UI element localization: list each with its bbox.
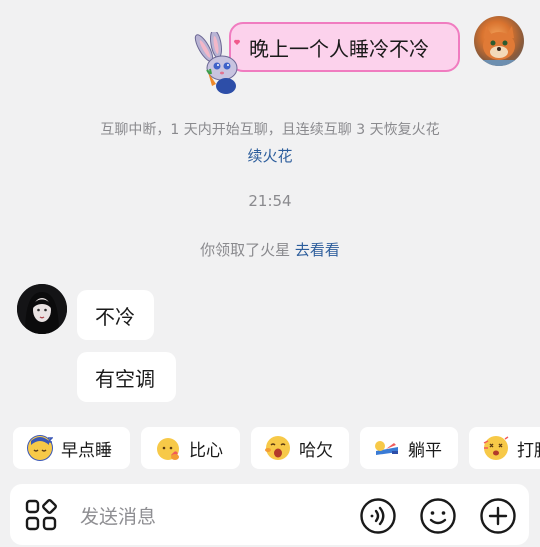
- quick-reaction-label: 躺平: [408, 440, 442, 461]
- quick-reaction-label: 早点睡: [61, 440, 112, 461]
- spark-interrupted-notice: 互聊中断，1 天内开始互聊，且连续互聊 3 天恢复火花: [0, 119, 540, 139]
- sent-message-text: 晚上一个人睡冷不冷: [249, 36, 429, 61]
- received-message-text: 不冷: [95, 304, 135, 329]
- quick-reaction-chip[interactable]: 哈欠: [251, 427, 349, 469]
- plus-more-icon[interactable]: [479, 497, 517, 535]
- emoji-face-icon[interactable]: [419, 497, 457, 535]
- continue-spark-link[interactable]: 续火花: [247, 147, 292, 165]
- lie-flat-emoji-icon: [374, 435, 400, 461]
- quick-reaction-chip[interactable]: 打脸: [469, 427, 540, 469]
- quick-reaction-chip[interactable]: 躺平: [360, 427, 458, 469]
- heart-hand-emoji-icon: [155, 435, 181, 461]
- sleep-moon-emoji-icon: [27, 435, 53, 461]
- yawn-emoji-icon: [265, 435, 291, 461]
- quick-reaction-label: 打脸: [517, 440, 540, 461]
- quick-reaction-label: 比心: [189, 440, 223, 461]
- spark-claimed-text: 你领取了火星: [200, 241, 291, 259]
- quick-reaction-label: 哈欠: [299, 440, 333, 461]
- received-message-bubble[interactable]: 不冷: [77, 290, 154, 340]
- contact-avatar[interactable]: [17, 284, 67, 334]
- timestamp-text: 21:54: [248, 192, 292, 210]
- sent-message-bubble[interactable]: 晚上一个人睡冷不冷: [229, 22, 460, 72]
- message-input-placeholder: 发送消息: [80, 506, 157, 528]
- face-slap-emoji-icon: [483, 435, 509, 461]
- quick-reaction-chip[interactable]: 比心: [141, 427, 240, 469]
- received-message-bubble[interactable]: 有空调: [77, 352, 176, 402]
- apps-grid-icon[interactable]: [24, 498, 58, 532]
- bunny-sticker-icon: [188, 29, 254, 96]
- notice-text: 互聊中断，1 天内开始互聊，且连续互聊 3 天恢复火花: [100, 122, 440, 138]
- voice-input-icon[interactable]: [359, 497, 397, 535]
- message-input[interactable]: 发送消息: [80, 502, 156, 529]
- my-avatar[interactable]: [474, 16, 524, 66]
- received-message-text: 有空调: [95, 366, 155, 391]
- continue-spark-row: 续火花: [0, 145, 540, 166]
- view-spark-link[interactable]: 去看看: [295, 241, 340, 259]
- message-timestamp: 21:54: [0, 192, 540, 210]
- quick-reaction-chip[interactable]: 早点睡: [13, 427, 130, 469]
- spark-claimed-notice: 你领取了火星 去看看: [0, 239, 540, 260]
